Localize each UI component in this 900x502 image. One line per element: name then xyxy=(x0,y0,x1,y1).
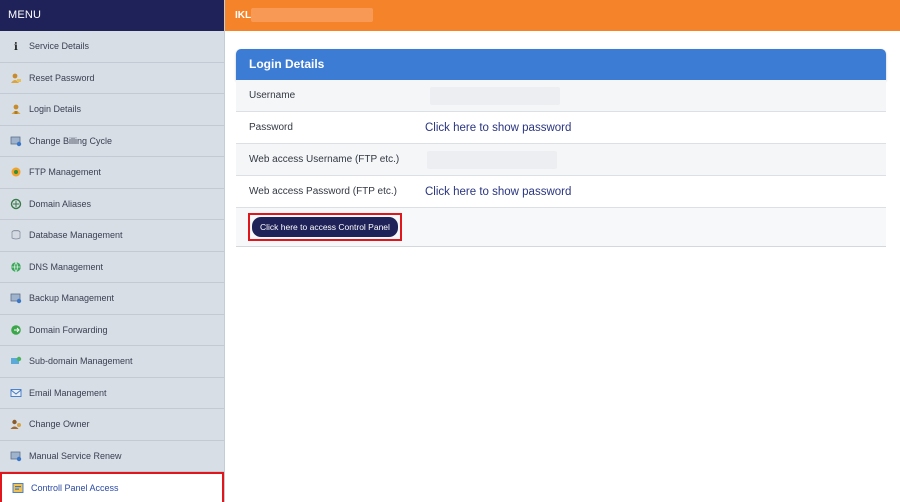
sidebar-item-domain-forwarding[interactable]: Domain Forwarding xyxy=(0,315,224,346)
sidebar-item-backup-management[interactable]: Backup Management xyxy=(0,283,224,315)
dns-globe-icon xyxy=(10,261,22,273)
sidebar: MENU i Service Details Reset Password Lo… xyxy=(0,0,225,502)
control-panel-row: Click here to access Control Panel xyxy=(236,208,886,247)
backup-icon xyxy=(10,292,22,304)
svg-text:i: i xyxy=(14,42,18,52)
login-details-panel: Login Details Username Password Click he… xyxy=(236,49,886,247)
sidebar-item-reset-password[interactable]: Reset Password xyxy=(0,63,224,94)
sidebar-item-change-billing-cycle[interactable]: Change Billing Cycle xyxy=(0,126,224,157)
password-label: Password xyxy=(249,122,293,133)
sidebar-item-label: Manual Service Renew xyxy=(29,450,122,461)
sidebar-item-label: Change Billing Cycle xyxy=(29,135,113,146)
access-control-panel-button[interactable]: Click here to access Control Panel xyxy=(252,217,398,237)
app-root: MENU i Service Details Reset Password Lo… xyxy=(0,0,900,502)
web-password-row: Web access Password (FTP etc.) Click her… xyxy=(236,176,886,208)
redacted-account-name xyxy=(251,8,373,22)
sidebar-item-ftp-management[interactable]: FTP Management xyxy=(0,157,224,189)
sidebar-item-domain-aliases[interactable]: Domain Aliases xyxy=(0,189,224,220)
sidebar-item-service-details[interactable]: i Service Details xyxy=(0,31,224,63)
user-lock-icon xyxy=(10,103,22,115)
domain-alias-icon xyxy=(10,198,22,210)
sidebar-item-label: Controll Panel Access xyxy=(31,482,119,493)
web-username-value-redacted xyxy=(427,150,557,169)
forwarding-globe-icon xyxy=(10,324,22,336)
sidebar-item-label: Backup Management xyxy=(29,293,115,304)
show-password-link[interactable]: Click here to show password xyxy=(425,122,571,134)
billing-cycle-icon xyxy=(10,135,22,147)
database-icon xyxy=(10,229,22,241)
show-web-password-link[interactable]: Click here to show password xyxy=(425,186,571,198)
sidebar-item-label: FTP Management xyxy=(29,167,101,178)
owner-icon xyxy=(10,418,22,430)
sidebar-item-database-management[interactable]: Database Management xyxy=(0,220,224,252)
control-panel-highlight: Click here to access Control Panel xyxy=(248,213,402,241)
sidebar-item-label: Change Owner xyxy=(29,419,90,430)
sidebar-item-login-details[interactable]: Login Details xyxy=(0,94,224,126)
subdomain-icon xyxy=(10,355,22,367)
renew-icon xyxy=(10,450,22,462)
sidebar-item-label: Service Details xyxy=(29,41,90,52)
top-bar: IKL xyxy=(225,0,900,31)
sidebar-item-sub-domain-management[interactable]: Sub-domain Management xyxy=(0,346,224,378)
sidebar-item-label: Email Management xyxy=(29,387,107,398)
sidebar-item-control-panel-access[interactable]: Controll Panel Access xyxy=(0,472,224,502)
panel-title: Login Details xyxy=(236,49,886,80)
web-username-row: Web access Username (FTP etc.) xyxy=(236,144,886,176)
sidebar-item-manual-service-renew[interactable]: Manual Service Renew xyxy=(0,441,224,472)
control-panel-icon xyxy=(12,482,24,494)
username-value-redacted xyxy=(430,86,560,105)
user-key-icon xyxy=(10,72,22,84)
sidebar-item-dns-management[interactable]: DNS Management xyxy=(0,252,224,283)
sidebar-item-label: DNS Management xyxy=(29,261,104,272)
sidebar-item-label: Domain Forwarding xyxy=(29,324,108,335)
sidebar-title: MENU xyxy=(0,0,224,31)
web-username-label: Web access Username (FTP etc.) xyxy=(249,154,400,165)
sidebar-item-change-owner[interactable]: Change Owner xyxy=(0,409,224,441)
email-icon xyxy=(10,387,22,399)
sidebar-item-label: Login Details xyxy=(29,104,82,115)
sidebar-item-label: Database Management xyxy=(29,230,123,241)
info-icon: i xyxy=(10,40,22,52)
ftp-icon xyxy=(10,166,22,178)
sidebar-item-label: Reset Password xyxy=(29,72,95,83)
username-label: Username xyxy=(249,90,296,101)
sidebar-item-email-management[interactable]: Email Management xyxy=(0,378,224,409)
username-row: Username xyxy=(236,80,886,112)
web-password-label: Web access Password (FTP etc.) xyxy=(249,186,398,197)
sidebar-item-label: Domain Aliases xyxy=(29,198,92,209)
sidebar-item-label: Sub-domain Management xyxy=(29,356,133,367)
account-title: IKL xyxy=(235,10,252,21)
password-row: Password Click here to show password xyxy=(236,112,886,144)
